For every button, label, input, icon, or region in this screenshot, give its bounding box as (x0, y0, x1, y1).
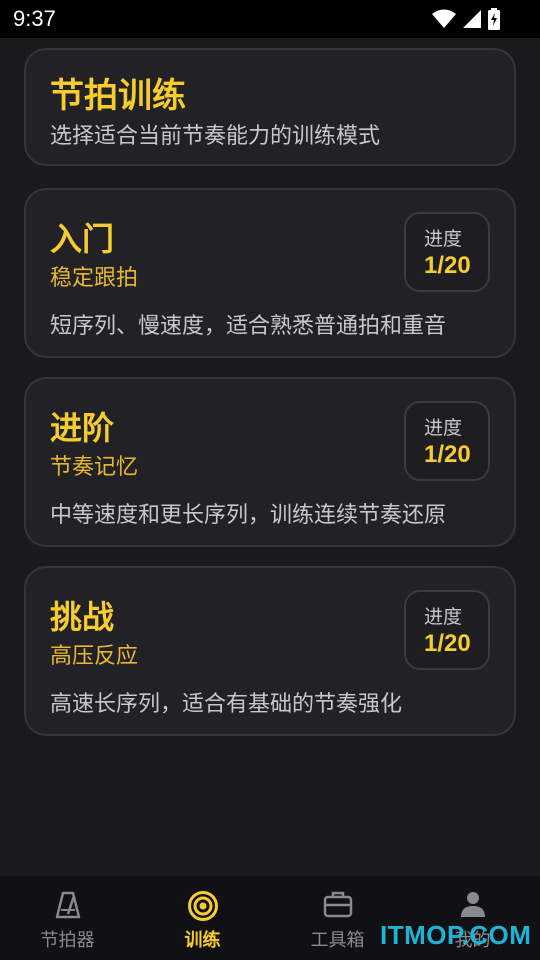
progress-label: 进度 (424, 606, 463, 628)
level-subtitle: 节奏记忆 (50, 455, 139, 480)
progress-badge: 进度 1/20 (404, 212, 490, 292)
progress-label: 进度 (424, 417, 463, 439)
signal-icon (462, 9, 482, 33)
level-description: 短序列、慢速度，适合熟悉普通拍和重音 (50, 314, 447, 339)
status-bar: 9:37 (0, 0, 540, 38)
page-title: 节拍训练 (50, 76, 186, 116)
nav-item-metronome[interactable]: 节拍器 (0, 876, 135, 960)
battery-icon (488, 8, 500, 34)
level-name: 进阶 (50, 409, 115, 447)
person-icon (460, 892, 485, 917)
progress-label: 进度 (424, 228, 463, 250)
watermark: ITMOP.COM (380, 920, 532, 950)
level-card-beginner[interactable]: 入门 稳定跟拍 短序列、慢速度，适合熟悉普通拍和重音 进度 1/20 (24, 188, 516, 358)
progress-value: 1/20 (424, 630, 471, 657)
level-card-advanced[interactable]: 进阶 节奏记忆 中等速度和更长序列，训练连续节奏还原 进度 1/20 (24, 377, 516, 547)
status-time: 9:37 (13, 6, 56, 31)
level-subtitle: 稳定跟拍 (50, 266, 139, 291)
progress-badge: 进度 1/20 (404, 590, 490, 670)
level-name: 入门 (50, 220, 115, 258)
level-subtitle: 高压反应 (50, 644, 139, 669)
wifi-icon (432, 9, 456, 33)
page-subtitle: 选择适合当前节奏能力的训练模式 (50, 124, 381, 149)
status-icons (432, 8, 500, 34)
metronome-icon (55, 891, 80, 919)
header-card: 节拍训练 选择适合当前节奏能力的训练模式 (24, 48, 516, 166)
target-icon (187, 891, 218, 921)
level-description: 中等速度和更长序列，训练连续节奏还原 (50, 503, 447, 528)
nav-label: 节拍器 (40, 930, 95, 951)
level-description: 高速长序列，适合有基础的节奏强化 (50, 692, 403, 717)
level-card-challenge[interactable]: 挑战 高压反应 高速长序列，适合有基础的节奏强化 进度 1/20 (24, 566, 516, 736)
progress-badge: 进度 1/20 (404, 401, 490, 481)
nav-label: 训练 (184, 930, 221, 951)
level-name: 挑战 (50, 598, 115, 636)
nav-item-training[interactable]: 训练 (135, 876, 270, 960)
toolbox-icon (323, 891, 352, 918)
progress-value: 1/20 (424, 252, 471, 279)
progress-value: 1/20 (424, 441, 471, 468)
